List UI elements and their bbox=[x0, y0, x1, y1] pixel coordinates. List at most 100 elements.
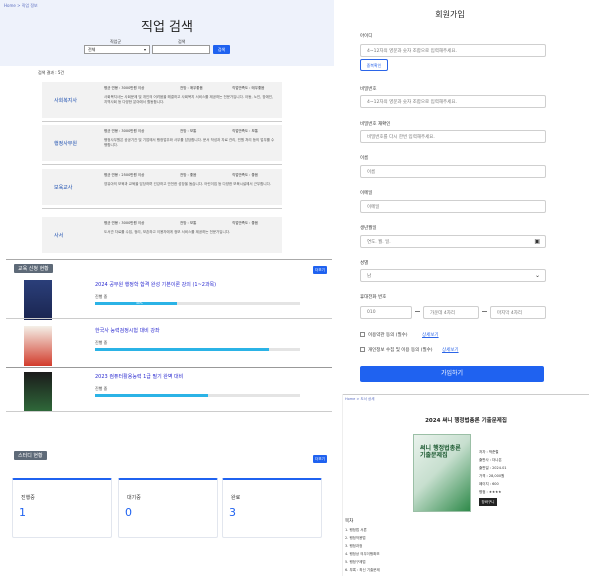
book-title: 2024 써니 행정법총론 기출문제집 bbox=[425, 418, 507, 424]
check-duplicate-button[interactable]: 중복확인 bbox=[360, 59, 388, 71]
job-description: 영유아의 보육과 교육을 담당하며 건강하고 안전한 성장을 돕습니다. 어린이… bbox=[104, 182, 271, 186]
stat-label: 완료 bbox=[231, 495, 241, 501]
agree-terms-checkbox[interactable] bbox=[360, 332, 365, 337]
field-label: 성별 bbox=[360, 261, 369, 266]
phone-middle-input[interactable]: 가운데 4자리 bbox=[423, 306, 479, 319]
toc-item: 1. 행정법 서론 bbox=[345, 528, 367, 532]
course-progress-fill bbox=[95, 394, 208, 397]
book-info-item: 가격 : 28,000원 bbox=[479, 474, 505, 478]
job-title[interactable]: 행정사무원 bbox=[54, 140, 77, 147]
course-title[interactable]: 2024 공무원 행정학 합격 완성 기본이론 강의 (1~2과목) bbox=[95, 281, 216, 288]
calendar-icon[interactable]: ▣ bbox=[534, 238, 540, 245]
agree-privacy-label: 개인정보 수집 및 이용 동의 (필수) bbox=[368, 348, 433, 353]
book-info-item: 페이지 : 600 bbox=[479, 482, 499, 486]
job-outlook: 전망 : 보통 bbox=[180, 221, 197, 225]
privacy-detail-link[interactable]: 상세보기 bbox=[442, 347, 459, 353]
book-info-item: 출판사 : 더나은 bbox=[479, 458, 502, 462]
hero-banner: 직업 검색 bbox=[0, 0, 334, 66]
stat-card-waiting[interactable]: 대기중 0 bbox=[118, 478, 218, 538]
course-thumbnail[interactable] bbox=[24, 326, 52, 366]
course-title[interactable]: 2023 컴퓨터활용능력 1급 필기 완벽 대비 bbox=[95, 373, 183, 380]
course-status: 진행 중 bbox=[95, 386, 108, 391]
birthdate-input[interactable]: 연도. 월. 일. ▣ bbox=[360, 235, 546, 248]
cover-text: 써니 행정법총론 기출문제집 bbox=[420, 445, 461, 459]
stat-card-completed[interactable]: 완료 3 bbox=[222, 478, 322, 538]
terms-detail-link[interactable]: 상세보기 bbox=[422, 332, 439, 338]
dash bbox=[482, 311, 487, 312]
gender-select[interactable]: 남 ⌄ bbox=[360, 269, 546, 282]
job-satisfaction: 직업만족도 : 좋음 bbox=[232, 173, 258, 177]
toc-item: 5. 행정구제법 bbox=[345, 560, 366, 564]
breadcrumb[interactable]: Home > 도서 상세 bbox=[345, 397, 375, 402]
job-title[interactable]: 사서 bbox=[54, 232, 63, 239]
breadcrumb[interactable]: Home > 직업 정보 bbox=[4, 3, 38, 9]
divider bbox=[6, 367, 332, 368]
course-title[interactable]: 한국사 능력검정시험 대비 강좌 bbox=[95, 327, 160, 334]
job-outlook: 전망 : 매우좋음 bbox=[180, 86, 203, 90]
toc-item: 6. 부록 : 최신 기출문제 bbox=[345, 568, 380, 572]
search-button[interactable]: 검색 bbox=[213, 45, 230, 54]
course-status: 진행 중 bbox=[95, 340, 108, 345]
toc-list: 1. 행정법 서론 2. 행정작용법 3. 행정과정 4. 행정상 의무이행확보… bbox=[345, 526, 380, 574]
job-card[interactable]: 행정사무원 평균 연봉 : 3000만원 이상 전망 : 보통 직업만족도 : … bbox=[42, 125, 282, 161]
stat-label: 진행중 bbox=[21, 495, 35, 501]
submit-button[interactable]: 가입하기 bbox=[360, 366, 544, 382]
course-progress-bar: 40% bbox=[95, 301, 300, 305]
stat-card-in-progress[interactable]: 진행중 1 bbox=[12, 478, 112, 538]
email-input[interactable]: 이메일 bbox=[360, 200, 546, 213]
divider bbox=[42, 208, 282, 209]
job-card[interactable]: 보육교사 평균 연봉 : 2500만원 이상 전망 : 좋음 직업만족도 : 좋… bbox=[42, 169, 282, 205]
job-description: 사회복지사는 사회문제 및 개인의 어려움을 해결하고 사회복지 서비스를 제공… bbox=[104, 95, 274, 104]
divider bbox=[42, 164, 282, 165]
chevron-down-icon: ⌄ bbox=[534, 272, 540, 279]
field-label: 휴대전화 번호 bbox=[360, 295, 387, 300]
job-outlook: 전망 : 좋음 bbox=[180, 173, 197, 177]
name-input[interactable]: 이름 bbox=[360, 165, 546, 178]
job-title[interactable]: 보육교사 bbox=[54, 184, 72, 191]
password-confirm-input[interactable]: 비밀번호를 다시 한번 입력해주세요. bbox=[360, 130, 546, 143]
field-label: 이메일 bbox=[360, 191, 373, 196]
signup-form: 회원가입 아이디 4~12자의 영문과 숫자 조합으로 입력해주세요. 중복확인… bbox=[342, 0, 558, 390]
job-salary: 평균 연봉 : 3000만원 이상 bbox=[104, 129, 145, 133]
divider bbox=[6, 411, 332, 412]
cart-button[interactable]: 장바구니 bbox=[479, 498, 497, 506]
id-input[interactable]: 4~12자의 영문과 숫자 조합으로 입력해주세요. bbox=[360, 44, 546, 57]
book-cover: 써니 행정법총론 기출문제집 bbox=[413, 434, 471, 512]
course-progress-fill: 40% bbox=[95, 301, 177, 305]
toc-title: 목차 bbox=[345, 519, 354, 524]
study-title: 스터디 현황 bbox=[14, 451, 47, 460]
courses-title: 교육 신청 현황 bbox=[14, 264, 53, 273]
courses-more-button[interactable]: 더보기 bbox=[313, 266, 327, 274]
chevron-down-icon: ▾ bbox=[143, 47, 146, 52]
book-detail-page: Home > 도서 상세 2024 써니 행정법총론 기출문제집 써니 행정법총… bbox=[342, 394, 589, 576]
course-status: 진행 중 bbox=[95, 294, 108, 299]
book-info-list: 저자 : 박준철 출판사 : 더나은 출판일 : 2024.01 가격 : 28… bbox=[479, 448, 507, 496]
field-label: 이름 bbox=[360, 156, 369, 161]
page-title: 직업 검색 bbox=[141, 20, 193, 35]
job-salary: 평균 연봉 : 2500만원 이상 bbox=[104, 173, 145, 177]
agree-privacy-checkbox[interactable] bbox=[360, 347, 365, 352]
phone-prefix-input[interactable]: 010 bbox=[360, 306, 412, 319]
stat-label: 대기중 bbox=[127, 495, 141, 501]
password-input[interactable]: 4~12자의 영문과 숫자 조합으로 입력해주세요. bbox=[360, 95, 546, 108]
course-progress-bar bbox=[95, 394, 300, 397]
job-card[interactable]: 사서 평균 연봉 : 3000만원 이상 전망 : 보통 직업만족도 : 좋음 … bbox=[42, 217, 282, 253]
job-satisfaction: 직업만족도 : 보통 bbox=[232, 129, 258, 133]
job-title[interactable]: 사회복지사 bbox=[54, 97, 77, 104]
study-more-button[interactable]: 더보기 bbox=[313, 455, 327, 463]
result-count: 검색 결과 : 5건 bbox=[38, 70, 65, 75]
category-select[interactable]: 전체 ▾ bbox=[84, 45, 150, 54]
course-thumbnail[interactable] bbox=[24, 280, 52, 320]
book-info-item: 출판일 : 2024.01 bbox=[479, 466, 507, 470]
field-label: 생년월일 bbox=[360, 226, 377, 231]
birthdate-placeholder: 연도. 월. 일. bbox=[367, 240, 391, 245]
job-salary: 평균 연봉 : 3000만원 이상 bbox=[104, 86, 145, 90]
toc-item: 3. 행정과정 bbox=[345, 544, 363, 548]
job-card[interactable]: 사회복지사 평균 연봉 : 3000만원 이상 전망 : 매우좋음 직업만족도 … bbox=[42, 82, 282, 118]
toc-item: 2. 행정작용법 bbox=[345, 536, 366, 540]
course-thumbnail[interactable] bbox=[24, 372, 52, 412]
signup-title: 회원가입 bbox=[435, 10, 465, 19]
keyword-input[interactable] bbox=[152, 45, 210, 54]
phone-last-input[interactable]: 마지막 4자리 bbox=[490, 306, 546, 319]
job-salary: 평균 연봉 : 3000만원 이상 bbox=[104, 221, 145, 225]
